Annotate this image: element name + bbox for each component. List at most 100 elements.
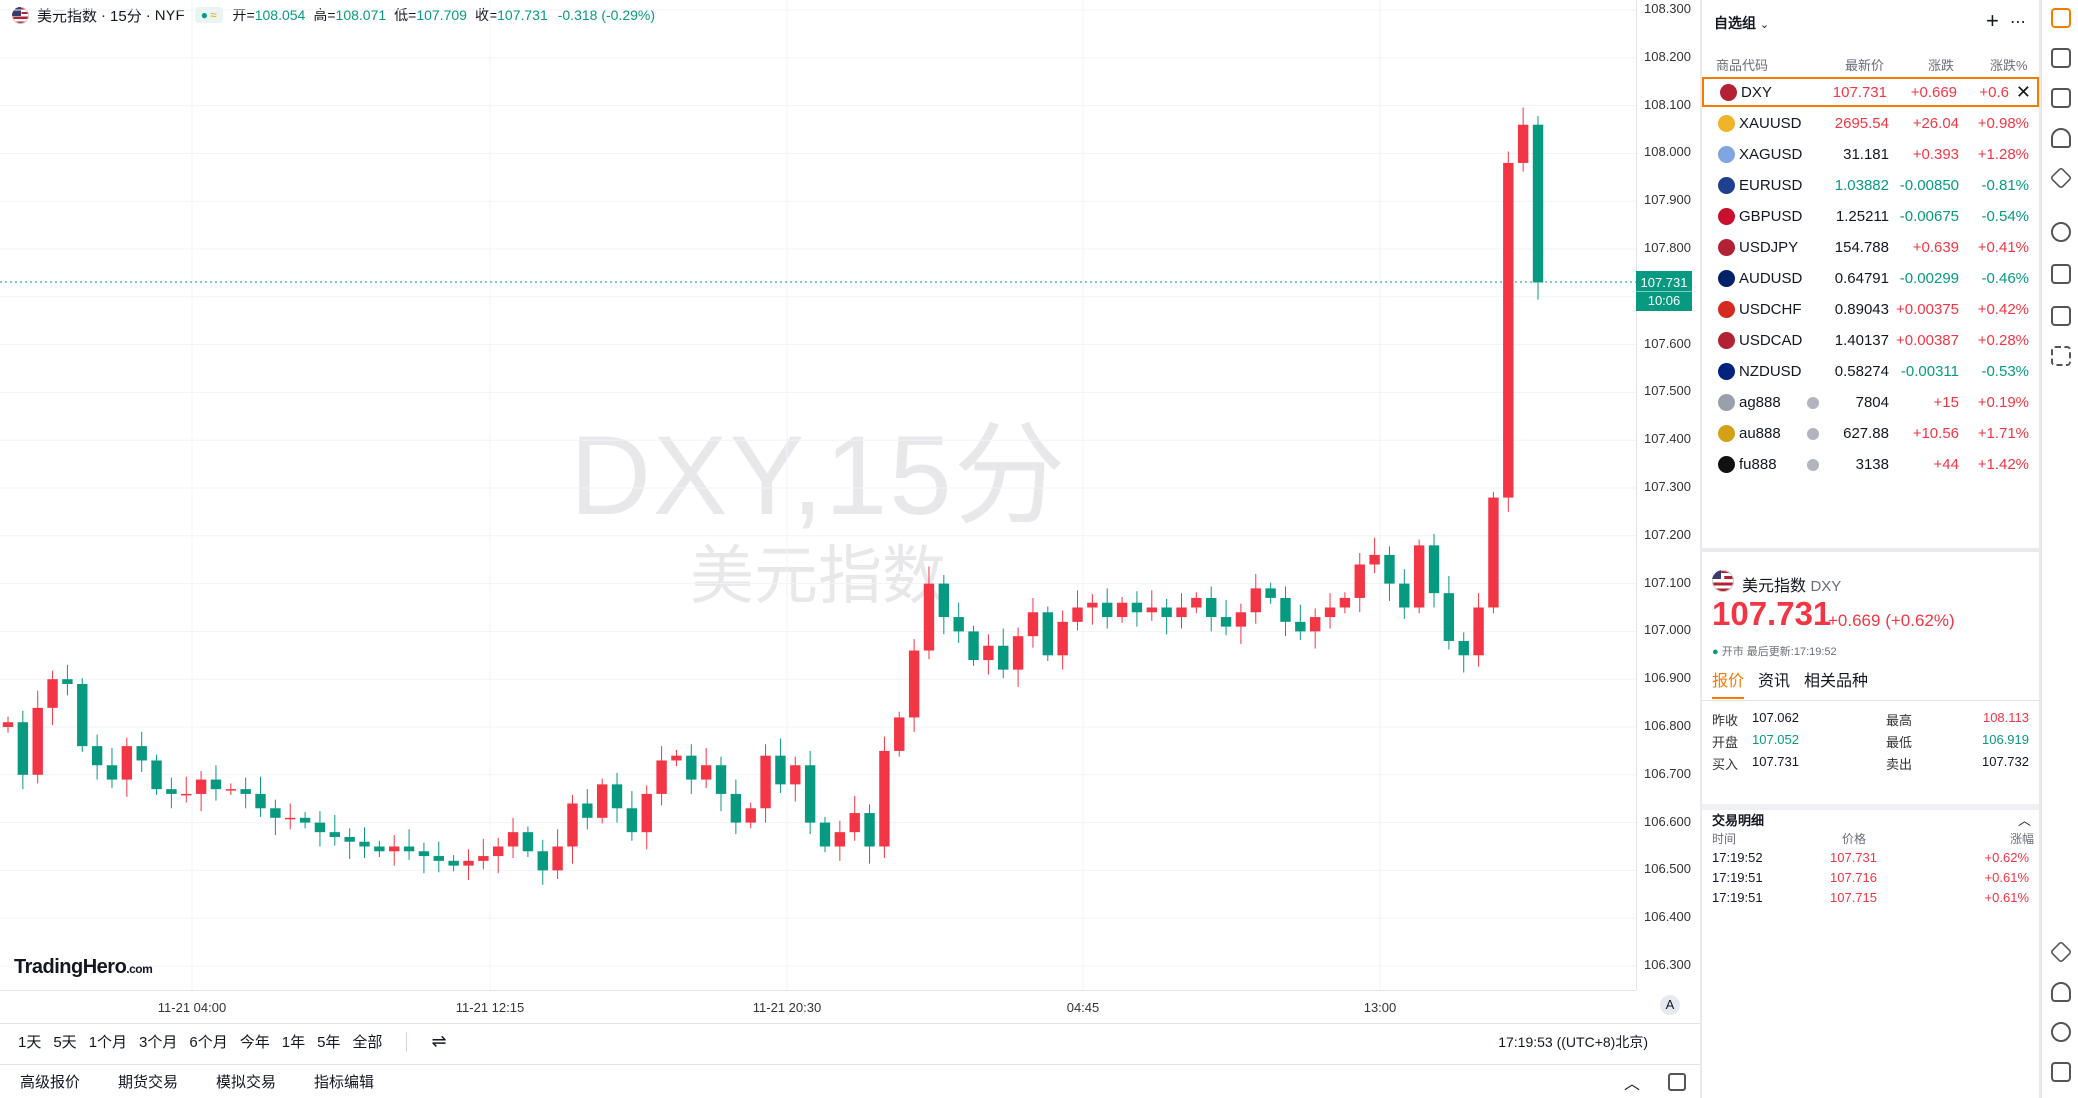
range-button[interactable]: 1天 [18, 1031, 41, 1052]
help-icon[interactable] [2051, 1022, 2071, 1042]
bottom-tab[interactable]: 模拟交易 [216, 1071, 276, 1092]
watchlist-panel: 自选组 ⌄ + ⋯ 商品代码 最新价 涨跌 涨跌% DXY 107.731 +0.6… [1702, 0, 2039, 548]
range-button[interactable]: 全部 [352, 1031, 382, 1052]
table-icon[interactable] [2051, 306, 2071, 326]
range-button[interactable]: 6个月 [189, 1031, 227, 1052]
alert-bell-icon[interactable] [2051, 128, 2071, 148]
watchlist-row-audusd[interactable]: AUDUSD 0.64791 -0.00299 -0.46% [1702, 263, 2039, 294]
row-change: -0.00675 [1899, 208, 1959, 225]
tradinghero-logo: TradingHero.com [14, 956, 153, 978]
calendar-goto-icon[interactable]: ⇌ [431, 1031, 446, 1052]
detail-tabs: 报价 资讯 相关品种 [1712, 667, 1868, 699]
detail-name: 美元指数 DXY [1742, 578, 1842, 595]
tag-icon[interactable] [2049, 940, 2073, 964]
watchlist-row-eurusd[interactable]: EURUSD 1.03882 -0.00850 -0.81% [1702, 170, 2039, 201]
watchlist-icon[interactable] [2051, 8, 2071, 28]
row-price: 627.88 [1843, 425, 1889, 442]
candle-body [1102, 602, 1113, 618]
watchlist-row-xauusd[interactable]: XAUUSD 2695.54 +26.04 +0.98% [1702, 108, 2039, 139]
row-symbol: DXY [1741, 83, 1772, 101]
range-button[interactable]: 5年 [317, 1031, 340, 1052]
candle-body [62, 679, 73, 684]
bottom-tab[interactable]: 高级报价 [20, 1071, 80, 1092]
education-icon[interactable] [2051, 264, 2071, 284]
row-price: 0.64791 [1834, 270, 1889, 287]
watchlist-row-usdjpy[interactable]: USDJPY 154.788 +0.639 +0.41% [1702, 232, 2039, 263]
watchlist-row-dxy[interactable]: DXY 107.731 +0.669 +0.6 ✕ [1702, 77, 2039, 107]
price-tick: 107.500 [1644, 383, 1691, 399]
eu-us-flag-icon [1718, 177, 1735, 194]
row-change-pct: -0.54% [1981, 208, 2029, 225]
right-toolbar [2041, 0, 2078, 1098]
col-symbol[interactable]: 商品代码 [1716, 55, 1768, 74]
last-price-tag: 107.731 10:06 [1636, 271, 1692, 311]
watchlist-row-gbpusd[interactable]: GBPUSD 1.25211 -0.00675 -0.54% [1702, 201, 2039, 232]
bottom-tab[interactable]: 指标编辑 [314, 1071, 374, 1092]
price-tick: 106.400 [1644, 909, 1691, 925]
watchlist-row-fu888[interactable]: fu888 3138 +44 +1.42% [1702, 449, 2039, 480]
stat-value: 107.732 [1982, 754, 2029, 769]
maximize-panel-icon[interactable] [1668, 1073, 1686, 1091]
headset-icon[interactable] [2051, 982, 2071, 1002]
row-change: -0.00850 [1899, 177, 1959, 194]
range-button[interactable]: 1年 [282, 1031, 305, 1052]
watchlist-title[interactable]: 自选组 ⌄ [1714, 13, 1769, 33]
c-circle-icon[interactable] [2051, 222, 2071, 242]
tab-related[interactable]: 相关品种 [1804, 667, 1868, 699]
candle-body [537, 851, 548, 871]
candle-body [1384, 554, 1395, 584]
calendar-icon[interactable] [2051, 88, 2071, 108]
col-change[interactable]: 涨跌 [1928, 55, 1954, 74]
more-icon[interactable]: ⋯ [2010, 12, 2026, 32]
range-button[interactable]: 3个月 [139, 1031, 177, 1052]
row-symbol: XAUUSD [1739, 115, 1802, 132]
col-change-pct[interactable]: 涨跌% [1990, 55, 2028, 74]
add-symbol-icon[interactable]: + [1986, 8, 1999, 34]
watchlist-row-usdchf[interactable]: USDCHF 0.89043 +0.00375 +0.42% [1702, 294, 2039, 325]
row-change: +15 [1933, 394, 1959, 411]
chart-panel[interactable]: 美元指数 · 15分 · NYF ● ≈ 开=108.054 高=108.071… [0, 0, 1700, 1098]
row-price: 31.181 [1843, 146, 1889, 163]
watchlist-row-nzdusd[interactable]: NZDUSD 0.58274 -0.00311 -0.53% [1702, 356, 2039, 387]
candle-body [730, 793, 742, 823]
market-closed-dot-icon [1807, 427, 1819, 440]
layers-icon[interactable] [2049, 166, 2073, 190]
candle-body [1072, 607, 1083, 622]
price-tick: 106.300 [1644, 957, 1691, 972]
row-change-pct: +0.41% [1977, 239, 2029, 256]
candlestick-plot[interactable] [0, 0, 1636, 990]
remove-row-icon[interactable]: ✕ [2016, 82, 2031, 103]
row-symbol: USDJPY [1739, 239, 1799, 256]
nz-us-flag-icon [1718, 363, 1735, 380]
tools-icon[interactable] [2051, 346, 2071, 366]
collapse-panel-icon[interactable]: ︿ [1624, 1070, 1640, 1094]
chevron-down-icon: ⌄ [1759, 19, 1770, 31]
col-price[interactable]: 最新价 [1845, 55, 1884, 74]
candle-body [1443, 593, 1455, 641]
candle-body [240, 789, 251, 794]
row-symbol: fu888 [1739, 456, 1777, 473]
range-button[interactable]: 5天 [53, 1031, 76, 1052]
auto-scale-button[interactable]: A [1660, 995, 1680, 1015]
gb-us-flag-icon [1718, 208, 1735, 225]
watchlist-row-ag888[interactable]: ag888 7804 +15 +0.19% [1702, 387, 2039, 418]
tab-news[interactable]: 资讯 [1758, 667, 1790, 699]
candle-body [1012, 636, 1024, 670]
exit-icon[interactable] [2051, 1062, 2071, 1082]
range-button[interactable]: 今年 [240, 1031, 270, 1052]
candle-body [879, 750, 890, 847]
tab-quote[interactable]: 报价 [1712, 667, 1745, 699]
watchlist-row-usdcad[interactable]: USDCAD 1.40137 +0.00387 +0.28% [1702, 325, 2039, 356]
document-icon[interactable] [2051, 48, 2071, 68]
trade-time: 17:19:51 [1712, 870, 1763, 885]
range-button[interactable]: 1个月 [89, 1031, 127, 1052]
watchlist-row-au888[interactable]: au888 627.88 +10.56 +1.71% [1702, 418, 2039, 449]
clock-timezone[interactable]: 17:19:53 ((UTC+8)北京) [1498, 1032, 1648, 1052]
trade-time: 17:19:51 [1712, 890, 1763, 905]
row-change: +10.56 [1912, 425, 1959, 442]
watchlist-row-xagusd[interactable]: XAGUSD 31.181 +0.393 +1.28% [1702, 139, 2039, 170]
bottom-tab[interactable]: 期货交易 [118, 1071, 178, 1092]
candle-body [522, 832, 534, 852]
collapse-trades-icon[interactable]: ︿ [2018, 810, 2031, 829]
trades-col-change: 涨幅 [2010, 832, 2035, 846]
